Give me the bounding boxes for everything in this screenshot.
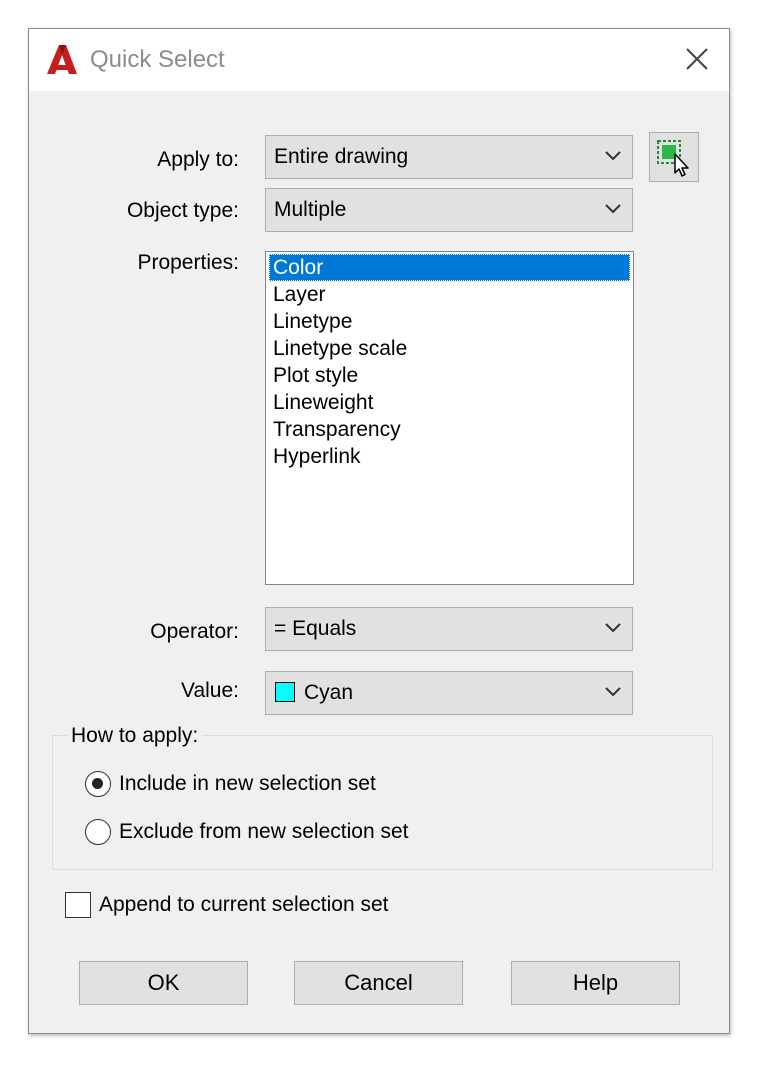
object-type-label: Object type: [126, 199, 239, 222]
object-type-dropdown[interactable]: Multiple [265, 188, 633, 232]
property-item-plot-style[interactable]: Plot style [269, 362, 630, 389]
quick-select-dialog: Quick Select Apply to: Entire drawing Ob… [28, 28, 730, 1034]
value-label: Value: [181, 679, 239, 702]
chevron-down-icon [605, 204, 621, 214]
include-radio[interactable] [85, 771, 111, 797]
apply-to-dropdown[interactable]: Entire drawing [265, 135, 633, 179]
operator-label: Operator: [150, 620, 239, 643]
chevron-down-icon [605, 687, 621, 697]
radio-selected-dot [92, 778, 103, 789]
properties-label: Properties: [137, 251, 239, 274]
chevron-down-icon [605, 151, 621, 161]
property-item-transparency[interactable]: Transparency [269, 416, 630, 443]
color-swatch [275, 682, 295, 702]
title-bar: Quick Select [29, 29, 729, 91]
how-to-apply-legend: How to apply: [67, 723, 203, 749]
autocad-logo-icon [47, 45, 77, 74]
property-item-color[interactable]: Color [269, 254, 630, 281]
window-title: Quick Select [90, 46, 225, 73]
chevron-down-icon [605, 623, 621, 633]
apply-to-label: Apply to: [157, 148, 239, 171]
select-objects-icon [657, 140, 689, 177]
how-to-apply-group [52, 735, 713, 870]
append-checkbox[interactable] [65, 892, 91, 918]
select-objects-button[interactable] [649, 132, 699, 182]
operator-value: = Equals [274, 617, 357, 640]
append-checkbox-label: Append to current selection set [99, 893, 389, 916]
exclude-radio-label: Exclude from new selection set [119, 820, 409, 843]
apply-to-value: Entire drawing [274, 145, 409, 168]
include-radio-label: Include in new selection set [119, 772, 376, 795]
property-item-hyperlink[interactable]: Hyperlink [269, 443, 630, 470]
ok-button[interactable]: OK [79, 961, 248, 1005]
operator-dropdown[interactable]: = Equals [265, 607, 633, 651]
property-item-layer[interactable]: Layer [269, 281, 630, 308]
help-button[interactable]: Help [511, 961, 680, 1005]
value-value: Cyan [304, 681, 354, 704]
cancel-button[interactable]: Cancel [294, 961, 463, 1005]
property-item-linetype-scale[interactable]: Linetype scale [269, 335, 630, 362]
properties-listbox[interactable]: Color Layer Linetype Linetype scale Plot… [265, 251, 634, 585]
property-item-linetype[interactable]: Linetype [269, 308, 630, 335]
value-dropdown[interactable]: Cyan [265, 671, 633, 715]
object-type-value: Multiple [274, 198, 347, 221]
exclude-radio[interactable] [85, 819, 111, 845]
property-item-lineweight[interactable]: Lineweight [269, 389, 630, 416]
close-icon[interactable] [679, 41, 715, 77]
